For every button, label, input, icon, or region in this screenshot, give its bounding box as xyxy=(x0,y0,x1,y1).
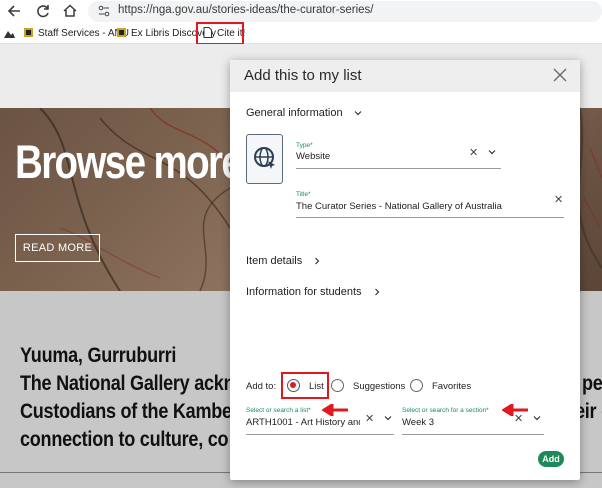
suggestions-radio-label[interactable]: Suggestions xyxy=(353,381,405,392)
section-field-underline xyxy=(402,434,544,435)
chevron-down-icon xyxy=(354,111,362,116)
type-field-label: Type* xyxy=(296,142,313,149)
chevron-down-icon[interactable] xyxy=(488,148,496,156)
bookmarks-bar: Staff Services - ANU Ex Libris Discovery… xyxy=(0,23,602,44)
anu-logo-icon xyxy=(117,28,126,37)
list-field-underline xyxy=(246,434,394,435)
ack-line: Custodians of the Kambe xyxy=(20,400,232,423)
clear-type-icon[interactable]: ✕ xyxy=(469,146,478,159)
item-details-toggle[interactable]: Item details xyxy=(246,255,321,267)
suggestions-radio[interactable] xyxy=(331,379,344,392)
title-field-label: Title* xyxy=(296,191,311,198)
add-button[interactable]: Add xyxy=(538,451,564,467)
title-field-underline xyxy=(296,217,564,218)
cite-it-highlight xyxy=(196,22,244,45)
favorites-radio-label[interactable]: Favorites xyxy=(432,381,471,392)
info-students-toggle[interactable]: Information for students xyxy=(246,286,381,298)
back-icon[interactable] xyxy=(5,2,25,20)
home-icon[interactable] xyxy=(60,2,80,20)
title-field[interactable]: The Curator Series - National Gallery of… xyxy=(296,201,546,212)
ack-line-right: pec xyxy=(582,372,602,395)
ack-line: connection to culture, co xyxy=(20,428,229,451)
read-more-button[interactable]: READ MORE xyxy=(15,234,100,262)
add-to-list-dialog: Add this to my list General information … xyxy=(230,60,580,480)
apps-icon[interactable] xyxy=(4,28,15,39)
reload-icon[interactable] xyxy=(33,2,53,20)
red-arrow-annotation xyxy=(502,404,528,416)
red-arrow-annotation xyxy=(322,404,348,416)
ack-heading: Yuuma, Gurruburri xyxy=(20,344,177,367)
close-icon[interactable] xyxy=(550,65,570,85)
list-radio[interactable] xyxy=(287,379,300,392)
clear-title-icon[interactable]: ✕ xyxy=(554,193,563,206)
anu-logo-icon xyxy=(24,28,33,37)
ack-line: The National Gallery ackn xyxy=(20,372,235,395)
type-field[interactable]: Website xyxy=(296,151,456,162)
site-info-icon[interactable] xyxy=(97,4,111,18)
section-field-label: Select or search for a section* xyxy=(402,407,489,414)
section-select-field[interactable]: Week 3 xyxy=(402,417,502,428)
general-info-label: General information xyxy=(246,107,343,119)
dialog-title: Add this to my list xyxy=(244,67,362,84)
dialog-header: Add this to my list xyxy=(230,60,580,92)
item-details-label: Item details xyxy=(246,255,303,267)
hero-title: Browse more xyxy=(15,135,243,188)
favorites-radio[interactable] xyxy=(410,379,423,392)
chevron-right-icon xyxy=(315,257,320,265)
url-text: https://nga.gov.au/stories-ideas/the-cur… xyxy=(118,4,374,16)
clear-list-icon[interactable]: ✕ xyxy=(365,412,374,425)
general-info-toggle[interactable]: General information xyxy=(246,107,362,119)
chevron-down-icon[interactable] xyxy=(533,414,541,422)
type-field-underline xyxy=(296,168,501,169)
info-students-label: Information for students xyxy=(246,286,362,298)
list-field-label: Select or search a list* xyxy=(246,407,311,414)
browser-toolbar: https://nga.gov.au/stories-ideas/the-cur… xyxy=(0,0,602,23)
list-radio-label[interactable]: List xyxy=(309,381,324,392)
add-to-label: Add to: xyxy=(246,381,277,392)
bookmark-staff-services[interactable]: Staff Services - ANU xyxy=(23,26,129,41)
list-select-field[interactable]: ARTH1001 - Art History and xyxy=(246,417,360,428)
chevron-right-icon xyxy=(374,288,379,296)
website-type-icon xyxy=(246,134,283,184)
chevron-down-icon[interactable] xyxy=(384,414,392,422)
